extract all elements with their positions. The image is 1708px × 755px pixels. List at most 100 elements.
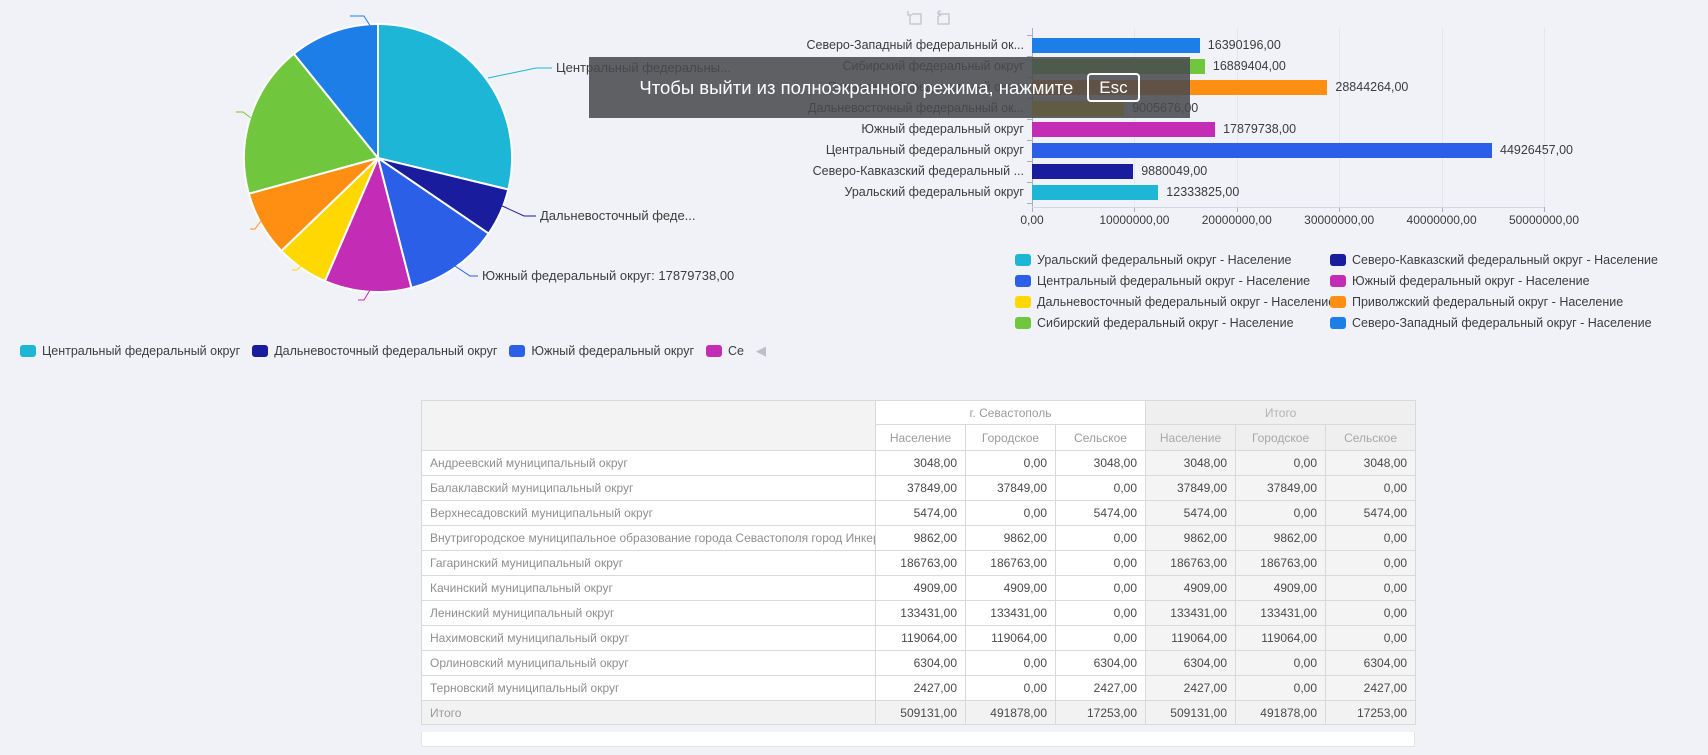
table-column-header: Население xyxy=(876,425,966,451)
bar-legend-item: Северо-Кавказский федеральный округ - На… xyxy=(1330,249,1658,270)
data-table: г. СевастопольИтогоНаселениеГородскоеСел… xyxy=(421,400,1415,725)
table-row: Верхнесадовский муниципальный округ5474,… xyxy=(422,501,1416,526)
table-cell: 5474,00 xyxy=(1056,501,1146,526)
bar-6[interactable] xyxy=(1032,164,1133,179)
table-cell: 5474,00 xyxy=(1146,501,1236,526)
table-cell: 4909,00 xyxy=(1236,576,1326,601)
table-cell: 37849,00 xyxy=(1236,476,1326,501)
table-group-header: Итого xyxy=(1146,401,1416,425)
table-row: Орлиновский муниципальный округ6304,000,… xyxy=(422,651,1416,676)
table-total-cell: 509131,00 xyxy=(876,701,966,725)
bar-category-label: Центральный федеральный округ xyxy=(759,143,1024,158)
legend-label: Се xyxy=(728,344,744,358)
pie-legend-item: Се xyxy=(706,344,744,358)
table-cell: 0,00 xyxy=(966,501,1056,526)
table-row-label: Качинский муниципальный округ xyxy=(422,576,876,601)
table-corner-cell xyxy=(422,401,876,451)
table-cell: 37849,00 xyxy=(876,476,966,501)
bar-7[interactable] xyxy=(1032,185,1158,200)
x-axis-tick-label: 0,00 xyxy=(977,213,1087,227)
table-cell: 9862,00 xyxy=(1146,526,1236,551)
table-cell: 0,00 xyxy=(1326,601,1416,626)
legend-label: Южный федеральный округ xyxy=(531,344,694,358)
table-cell: 0,00 xyxy=(1326,551,1416,576)
x-axis-tick-label: 50000000,00 xyxy=(1489,213,1599,227)
legend-swatch xyxy=(1330,254,1346,266)
table-cell: 119064,00 xyxy=(876,626,966,651)
legend-label: Дальневосточный федеральный округ - Насе… xyxy=(1037,295,1335,309)
legend-label: Приволжский федеральный округ - Населени… xyxy=(1352,295,1623,309)
table-row-label: Нахимовский муниципальный округ xyxy=(422,626,876,651)
table-cell: 0,00 xyxy=(1056,476,1146,501)
table-cell: 0,00 xyxy=(1056,526,1146,551)
gridline xyxy=(1237,28,1238,207)
table-cell: 0,00 xyxy=(966,676,1056,701)
bar-legend-item: Южный федеральный округ - Население xyxy=(1330,270,1658,291)
table-cell: 119064,00 xyxy=(966,626,1056,651)
box-selection-icon[interactable] xyxy=(905,9,925,29)
x-axis-tick-label: 40000000,00 xyxy=(1387,213,1497,227)
table-cell: 4909,00 xyxy=(876,576,966,601)
bar-0[interactable] xyxy=(1032,38,1200,53)
table-cell: 2427,00 xyxy=(1146,676,1236,701)
table-cell: 0,00 xyxy=(1326,626,1416,651)
table-cell: 0,00 xyxy=(1056,576,1146,601)
table-total-cell: 509131,00 xyxy=(1146,701,1236,725)
legend-label: Дальневосточный федеральный округ xyxy=(274,344,497,358)
bar-value-label: 9880049,00 xyxy=(1141,164,1207,179)
legend-swatch xyxy=(252,345,268,357)
table-cell: 9862,00 xyxy=(1236,526,1326,551)
legend-label: Южный федеральный округ - Население xyxy=(1352,274,1590,288)
table-column-header: Сельское xyxy=(1056,425,1146,451)
table-cell: 4909,00 xyxy=(966,576,1056,601)
bar-4[interactable] xyxy=(1032,122,1215,137)
table-cell: 0,00 xyxy=(1326,476,1416,501)
table-cell: 133431,00 xyxy=(1236,601,1326,626)
table-row: Гагаринский муниципальный округ186763,00… xyxy=(422,551,1416,576)
table-cell: 5474,00 xyxy=(1326,501,1416,526)
legend-label: Центральный федеральный округ xyxy=(42,344,240,358)
table-cell: 133431,00 xyxy=(1146,601,1236,626)
undo-selection-icon[interactable] xyxy=(933,9,953,29)
table-row: Терновский муниципальный округ2427,000,0… xyxy=(422,676,1416,701)
category-axis-tick xyxy=(1027,161,1032,162)
table-cell: 0,00 xyxy=(1056,551,1146,576)
bar-chart: 0,0010000000,0020000000,0030000000,00400… xyxy=(0,0,1708,340)
pie-legend: Центральный федеральный округ Дальневосто… xyxy=(20,343,772,359)
table-row-label: Ленинский муниципальный округ xyxy=(422,601,876,626)
table-total-cell: 491878,00 xyxy=(1236,701,1326,725)
legend-pager: ◀1/3▶ xyxy=(756,343,772,359)
table-group-header: г. Севастополь xyxy=(876,401,1146,425)
table-cell: 4909,00 xyxy=(1146,576,1236,601)
table-total-cell: 17253,00 xyxy=(1056,701,1146,725)
gridline xyxy=(1544,28,1545,207)
table-cell: 119064,00 xyxy=(1236,626,1326,651)
table-row-label: Гагаринский муниципальный округ xyxy=(422,551,876,576)
bar-category-label: Северо-Кавказский федеральный ... xyxy=(759,164,1024,179)
legend-swatch xyxy=(20,345,36,357)
table-cell: 6304,00 xyxy=(1326,651,1416,676)
table-row-label: Балаклавский муниципальный округ xyxy=(422,476,876,501)
table-cell: 2427,00 xyxy=(1326,676,1416,701)
value-axis-line xyxy=(1032,207,1544,208)
table-cell: 186763,00 xyxy=(876,551,966,576)
table-cell: 0,00 xyxy=(1326,526,1416,551)
fullscreen-toast: Чтобы выйти из полноэкранного режима, на… xyxy=(589,57,1190,118)
legend-prev-page-icon[interactable]: ◀ xyxy=(756,343,766,359)
bar-value-label: 28844264,00 xyxy=(1335,80,1408,95)
table-column-header: Городское xyxy=(966,425,1056,451)
bar-legend-column: Уральский федеральный округ - НаселениеЦ… xyxy=(1015,249,1335,333)
bar-5[interactable] xyxy=(1032,143,1492,158)
table-row: Качинский муниципальный округ4909,004909… xyxy=(422,576,1416,601)
bar-legend-item: Центральный федеральный округ - Населени… xyxy=(1015,270,1335,291)
x-axis-tick-label: 10000000,00 xyxy=(1079,213,1189,227)
esc-key-hint: Esc xyxy=(1087,73,1139,102)
legend-label: Северо-Западный федеральный округ - Насе… xyxy=(1352,316,1652,330)
table-column-header: Городское xyxy=(1236,425,1326,451)
table-cell: 6304,00 xyxy=(876,651,966,676)
table-cell: 0,00 xyxy=(1056,626,1146,651)
legend-swatch xyxy=(1330,296,1346,308)
table-cell: 0,00 xyxy=(1236,451,1326,476)
table-row-label: Орлиновский муниципальный округ xyxy=(422,651,876,676)
table-cell: 0,00 xyxy=(1236,676,1326,701)
